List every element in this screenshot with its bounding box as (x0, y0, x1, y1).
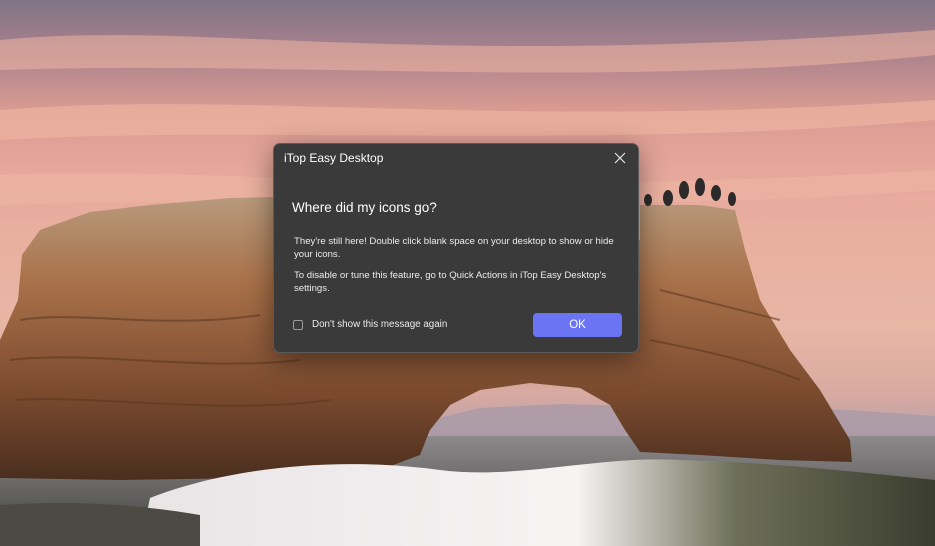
wave (140, 459, 935, 546)
dialog-footer: Don't show this message again OK (274, 312, 638, 340)
ok-button[interactable]: OK (533, 313, 622, 337)
dont-show-again-checkbox[interactable] (293, 319, 303, 330)
close-button[interactable] (608, 147, 632, 169)
message-dialog: iTop Easy Desktop Where did my icons go?… (273, 143, 639, 353)
dialog-message-1: They're still here! Double click blank s… (294, 236, 614, 260)
dialog-title-bar: iTop Easy Desktop (274, 144, 638, 172)
dialog-message-2: To disable or tune this feature, go to Q… (294, 270, 607, 294)
dont-show-again-label: Don't show this message again (312, 319, 448, 330)
dialog-heading: Where did my icons go? (292, 200, 437, 215)
desktop-background: iTop Easy Desktop Where did my icons go?… (0, 0, 935, 546)
dont-show-again-option[interactable]: Don't show this message again (293, 319, 447, 330)
close-icon (614, 152, 626, 164)
dialog-title: iTop Easy Desktop (284, 151, 384, 165)
